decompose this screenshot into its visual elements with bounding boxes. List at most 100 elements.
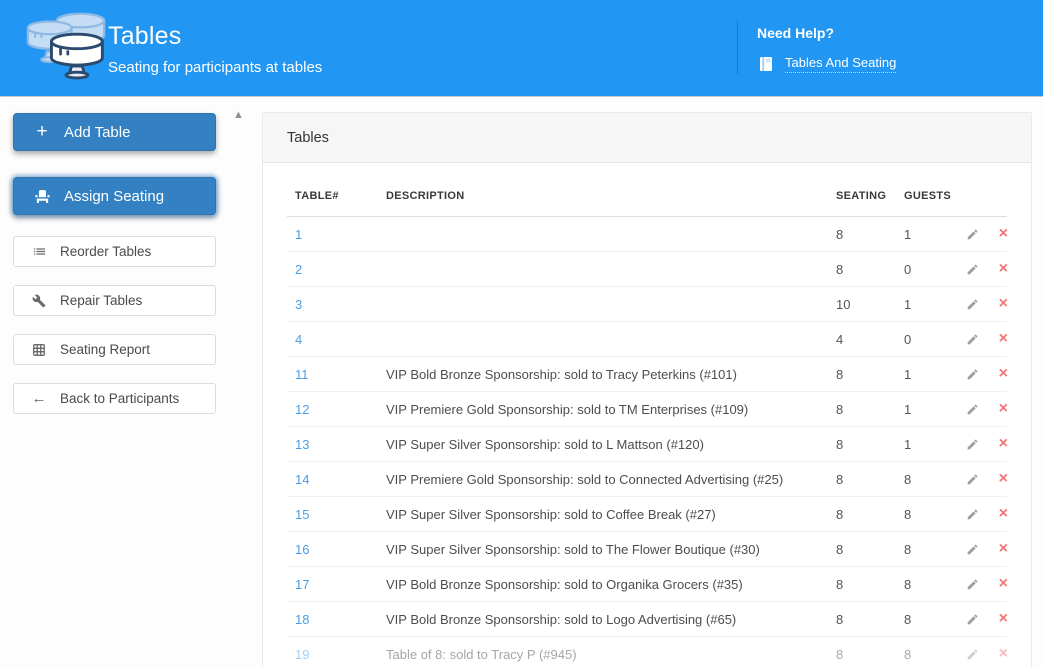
table-number-link[interactable]: 4 xyxy=(295,332,302,347)
main-area: Tables TABLE# DESCRIPTION SEATING xyxy=(262,98,1043,667)
delete-icon[interactable]: × xyxy=(999,506,1008,522)
app-window: Tables Seating for participants at table… xyxy=(0,0,1043,667)
table-description: VIP Bold Bronze Sponsorship: sold to Org… xyxy=(386,567,836,602)
seating-report-label: Seating Report xyxy=(60,342,150,357)
reorder-tables-button[interactable]: Reorder Tables xyxy=(13,236,216,267)
assign-seating-label: Assign Seating xyxy=(64,188,164,205)
chair-icon xyxy=(31,188,53,205)
reorder-tables-label: Reorder Tables xyxy=(60,244,151,259)
table-row: 3 10 1 × xyxy=(287,287,1007,322)
table-number-link[interactable]: 15 xyxy=(295,507,309,522)
table-description: VIP Bold Bronze Sponsorship: sold to Log… xyxy=(386,602,836,637)
table-row: 1 8 1 × xyxy=(287,217,1007,252)
table-number-link[interactable]: 13 xyxy=(295,437,309,452)
table-number-link[interactable]: 3 xyxy=(295,297,302,312)
edit-icon[interactable] xyxy=(966,648,979,661)
delete-icon[interactable]: × xyxy=(999,611,1008,627)
edit-icon[interactable] xyxy=(966,263,979,276)
table-number-link[interactable]: 2 xyxy=(295,262,302,277)
table-row: 19 Table of 8: sold to Tracy P (#945) 8 … xyxy=(287,637,1007,667)
tables-panel: Tables TABLE# DESCRIPTION SEATING xyxy=(262,112,1032,667)
table-number-link[interactable]: 1 xyxy=(295,227,302,242)
delete-icon[interactable]: × xyxy=(999,541,1008,557)
seating-count: 8 xyxy=(836,637,904,667)
guests-count: 1 xyxy=(904,427,966,462)
seating-count: 8 xyxy=(836,497,904,532)
delete-icon[interactable]: × xyxy=(999,576,1008,592)
help-link[interactable]: Tables And Seating xyxy=(785,55,896,73)
repair-tables-button[interactable]: Repair Tables xyxy=(13,285,216,316)
table-description xyxy=(386,217,836,252)
guests-count: 8 xyxy=(904,637,966,667)
table-row: 4 4 0 × xyxy=(287,322,1007,357)
delete-icon[interactable]: × xyxy=(999,226,1008,242)
table-row: 16 VIP Super Silver Sponsorship: sold to… xyxy=(287,532,1007,567)
page-title: Tables xyxy=(108,22,322,51)
guests-count: 8 xyxy=(904,602,966,637)
seating-report-button[interactable]: Seating Report xyxy=(13,334,216,365)
edit-icon[interactable] xyxy=(966,438,979,451)
seating-count: 8 xyxy=(836,567,904,602)
wrench-icon xyxy=(28,294,50,308)
table-number-link[interactable]: 18 xyxy=(295,612,309,627)
delete-icon[interactable]: × xyxy=(999,366,1008,382)
guests-count: 1 xyxy=(904,392,966,427)
table-description xyxy=(386,252,836,287)
seating-count: 10 xyxy=(836,287,904,322)
col-header-actions xyxy=(966,163,1007,217)
panel-title: Tables xyxy=(263,113,1031,163)
back-to-participants-label: Back to Participants xyxy=(60,391,179,406)
delete-icon[interactable]: × xyxy=(999,331,1008,347)
table-header-row: TABLE# DESCRIPTION SEATING GUESTS xyxy=(287,163,1007,217)
table-number-link[interactable]: 19 xyxy=(295,647,309,662)
add-table-button[interactable]: + Add Table xyxy=(13,113,216,151)
delete-icon[interactable]: × xyxy=(999,646,1008,662)
page-header: Tables Seating for participants at table… xyxy=(0,0,1043,97)
delete-icon[interactable]: × xyxy=(999,436,1008,452)
table-description xyxy=(386,322,836,357)
table-number-link[interactable]: 17 xyxy=(295,577,309,592)
table-description: VIP Super Silver Sponsorship: sold to Th… xyxy=(386,532,836,567)
seating-count: 8 xyxy=(836,357,904,392)
table-number-link[interactable]: 12 xyxy=(295,402,309,417)
col-header-guests: GUESTS xyxy=(904,163,966,217)
guests-count: 1 xyxy=(904,357,966,392)
edit-icon[interactable] xyxy=(966,228,979,241)
table-description: VIP Bold Bronze Sponsorship: sold to Tra… xyxy=(386,357,836,392)
edit-icon[interactable] xyxy=(966,508,979,521)
edit-icon[interactable] xyxy=(966,403,979,416)
edit-icon[interactable] xyxy=(966,613,979,626)
col-header-description: DESCRIPTION xyxy=(386,163,836,217)
delete-icon[interactable]: × xyxy=(999,471,1008,487)
delete-icon[interactable]: × xyxy=(999,401,1008,417)
guests-count: 0 xyxy=(904,322,966,357)
page-subtitle: Seating for participants at tables xyxy=(108,59,322,76)
table-description: VIP Premiere Gold Sponsorship: sold to T… xyxy=(386,392,836,427)
table-row: 11 VIP Bold Bronze Sponsorship: sold to … xyxy=(287,357,1007,392)
guests-count: 8 xyxy=(904,567,966,602)
delete-icon[interactable]: × xyxy=(999,296,1008,312)
edit-icon[interactable] xyxy=(966,298,979,311)
back-to-participants-button[interactable]: ← Back to Participants xyxy=(13,383,216,414)
edit-icon[interactable] xyxy=(966,543,979,556)
tables-logo-icon xyxy=(26,6,106,91)
help-section: Need Help? Tables And Seating xyxy=(757,25,896,73)
table-number-link[interactable]: 16 xyxy=(295,542,309,557)
guests-count: 8 xyxy=(904,462,966,497)
edit-icon[interactable] xyxy=(966,473,979,486)
table-number-link[interactable]: 11 xyxy=(295,367,309,382)
delete-icon[interactable]: × xyxy=(999,261,1008,277)
table-description: Table of 8: sold to Tracy P (#945) xyxy=(386,637,836,667)
assign-seating-button[interactable]: Assign Seating xyxy=(13,177,216,215)
edit-icon[interactable] xyxy=(966,368,979,381)
guests-count: 1 xyxy=(904,217,966,252)
edit-icon[interactable] xyxy=(966,578,979,591)
list-icon xyxy=(28,244,50,259)
seating-count: 8 xyxy=(836,462,904,497)
table-row: 15 VIP Super Silver Sponsorship: sold to… xyxy=(287,497,1007,532)
table-row: 17 VIP Bold Bronze Sponsorship: sold to … xyxy=(287,567,1007,602)
edit-icon[interactable] xyxy=(966,333,979,346)
seating-count: 4 xyxy=(836,322,904,357)
add-table-label: Add Table xyxy=(64,124,130,141)
table-number-link[interactable]: 14 xyxy=(295,472,309,487)
